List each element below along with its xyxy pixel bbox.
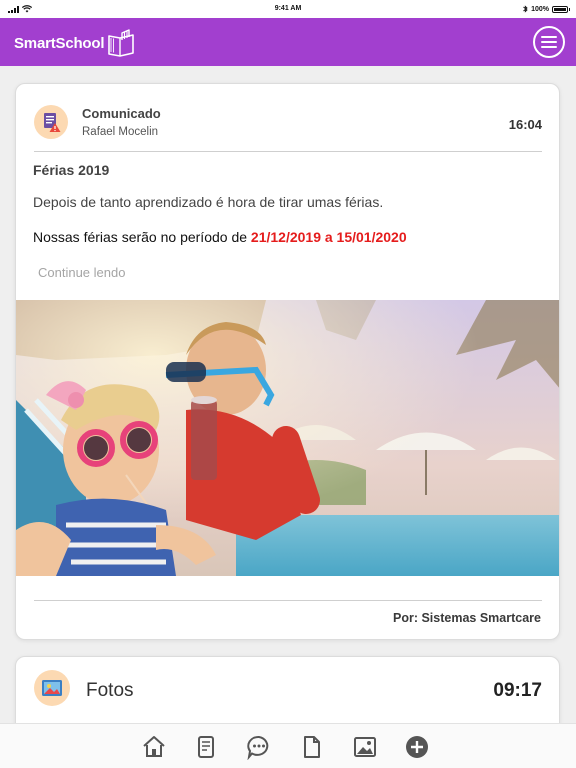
tab-bar [0,723,576,768]
book-logo-icon [108,29,135,57]
home-icon[interactable] [141,734,167,760]
post-header-divider [34,151,542,152]
picture-icon [34,670,70,706]
add-icon[interactable] [404,734,430,760]
status-bar: 9:41 AM 100% [0,0,576,18]
bluetooth-icon [523,5,528,13]
post-dates-prefix: Nossas férias serão no período de [33,229,251,245]
file-icon[interactable] [299,734,325,760]
notes-icon[interactable] [193,734,219,760]
hamburger-menu-icon[interactable] [533,26,565,58]
post-body: Depois de tanto aprendizado é hora de ti… [33,194,384,210]
app-name: SmartSchool [14,34,105,52]
photos-card-title: Fotos [86,680,134,701]
battery-percent: 100% [531,5,549,13]
chat-icon[interactable] [246,734,272,760]
status-right: 100% [523,5,570,13]
battery-fill [554,7,566,11]
image-icon[interactable] [352,734,378,760]
post-dates-highlight: 21/12/2019 a 15/01/2020 [250,229,407,245]
post-footer-divider [34,600,542,601]
post-dates-line: Nossas férias serão no período de 21/12/… [33,229,407,245]
app-header: SmartSchool [0,18,576,66]
post-signature: Por: Sistemas Smartcare [393,611,541,625]
post-author: Rafael Mocelin [82,126,159,138]
post-time: 16:04 [508,117,542,132]
battery-icon [552,5,570,13]
post-title: Férias 2019 [33,162,110,178]
status-time: 9:41 AM [274,5,302,12]
app-logo[interactable]: SmartSchool [14,27,136,59]
document-warning-icon [34,105,68,139]
post-card[interactable]: Comunicado Rafael Mocelin 16:04 Férias 2… [15,83,560,640]
continue-reading-link[interactable]: Continue lendo [38,265,125,280]
post-category: Comunicado [82,106,161,121]
photos-card-time: 09:17 [493,680,542,701]
children-at-pool-photo[interactable] [16,300,560,576]
